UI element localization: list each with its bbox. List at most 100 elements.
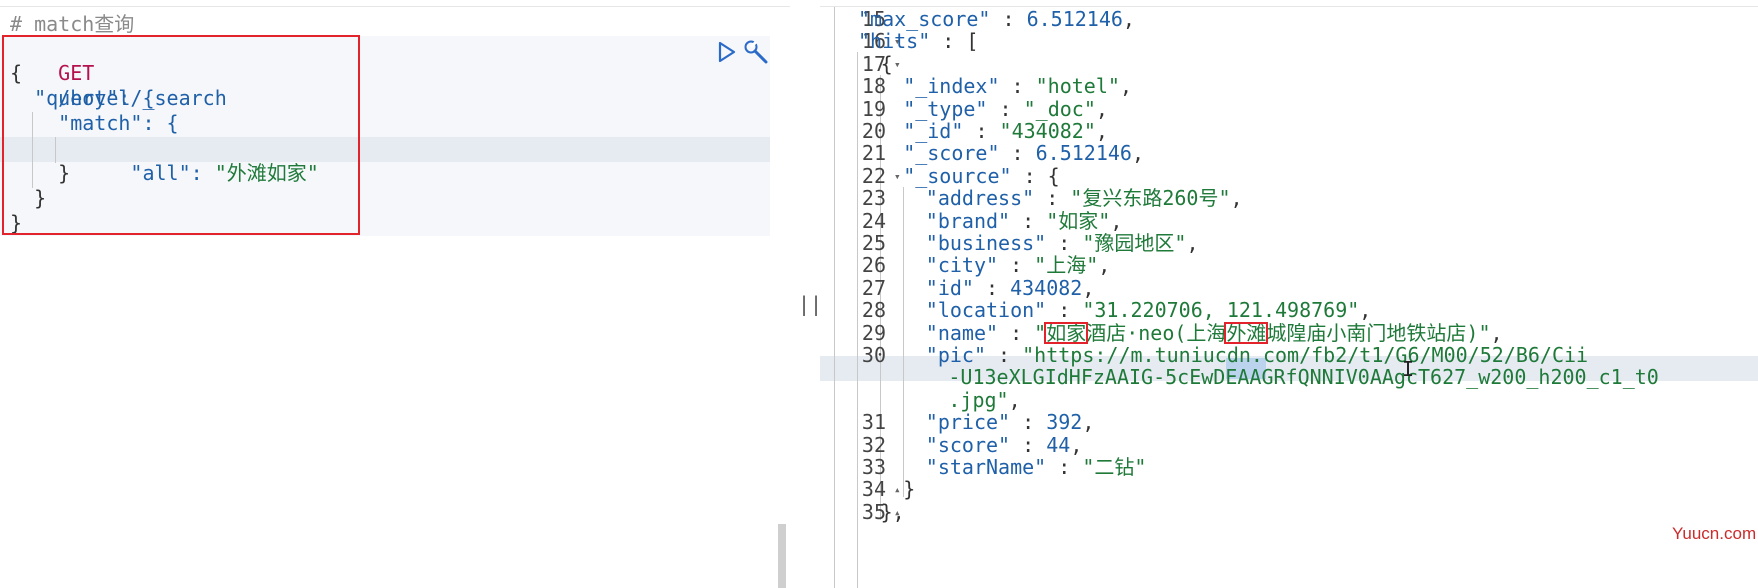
json-token: : <box>1010 410 1047 435</box>
request-editor-pane[interactable]: # match查询 GET /hotel/_search { "query": … <box>0 0 790 588</box>
json-token: : <box>1010 208 1047 233</box>
request-comment: # match查询 <box>10 12 135 36</box>
json-token: -U13eXLGIdHFzAAIG-5cEwDEAAGRfQNNIV0AAgcT… <box>948 365 1659 390</box>
json-token: "starName" <box>925 455 1047 479</box>
text-cursor-icon: I <box>1402 357 1415 381</box>
json-line: "business" : "豫园地区", <box>926 231 1199 256</box>
json-token: "_index" <box>903 74 1000 99</box>
splitter-handle-icon[interactable]: || <box>798 292 822 317</box>
json-token: 392 <box>1046 410 1083 435</box>
json-token: "_doc" <box>1023 96 1096 121</box>
json-token: , <box>1008 387 1021 412</box>
line-number: 23 <box>861 186 886 211</box>
json-token: "二钻" <box>1082 455 1147 479</box>
json-token: : [ <box>930 29 979 54</box>
json-token: , <box>1230 186 1243 211</box>
json-line: .jpg", <box>948 388 1020 413</box>
json-line: "name" : "如家酒店·neo(上海外滩城隍庙小南门地铁站店)", <box>926 321 1503 346</box>
json-token: : <box>1046 298 1083 323</box>
json-token: "https://m.tuniucdn.com/fb2/t1/G6/M00/52… <box>1022 343 1589 367</box>
json-token: , <box>1070 432 1083 457</box>
json-token: , <box>1098 253 1111 278</box>
json-line: -U13eXLGIdHFzAAIG-5cEwDEAAGRfQNNIV0AAgcT… <box>948 365 1658 390</box>
json-token: 6.512146 <box>1035 141 1132 166</box>
line-number: 27 <box>861 275 886 300</box>
json-token: , <box>1186 231 1199 255</box>
json-token: "id" <box>925 275 974 300</box>
json-line: { <box>881 52 893 77</box>
json-token: : <box>1046 231 1083 255</box>
json-token: "_type" <box>903 96 988 121</box>
json-token: , <box>1490 320 1503 345</box>
fold-collapse-icon[interactable]: ▾ <box>894 52 901 77</box>
line-number: 29 <box>861 320 886 345</box>
json-line: "city" : "上海", <box>926 253 1111 278</box>
json-token: , <box>1119 74 1132 99</box>
json-token: , <box>1082 410 1095 435</box>
json-token: : <box>998 253 1035 278</box>
json-token: : <box>990 7 1027 31</box>
json-token: : <box>1034 186 1071 211</box>
wrench-icon[interactable] <box>742 38 770 66</box>
json-token: : { <box>1011 163 1060 188</box>
line-number: 34 <box>861 477 886 502</box>
json-token: "pic" <box>925 343 987 367</box>
json-token: , <box>1122 7 1135 31</box>
scrollbar-thumb[interactable] <box>778 524 786 588</box>
json-token: "hotel" <box>1035 74 1120 99</box>
json-token: 城隍庙小南门地铁站店)" <box>1266 320 1491 345</box>
json-token: : <box>1046 455 1083 479</box>
line-number: 17 <box>861 51 886 76</box>
json-token: "brand" <box>925 208 1011 233</box>
indent-guide <box>903 187 904 497</box>
json-token: "name" <box>925 320 999 345</box>
json-line: "price" : 392, <box>926 410 1095 435</box>
json-line: "max_score" : 6.512146, <box>858 7 1135 32</box>
json-line: "pic" : "https://m.tuniucdn.com/fb2/t1/G… <box>926 343 1588 368</box>
json-token: 6.512146 <box>1026 7 1123 31</box>
json-token: : <box>986 343 1023 367</box>
top-divider <box>0 6 790 7</box>
json-line: "_score" : 6.512146, <box>903 141 1144 166</box>
json-token: "上海" <box>1034 253 1099 278</box>
json-token: "max_score" <box>858 7 991 31</box>
json-token: , <box>1110 208 1123 233</box>
match-highlight-box <box>1224 321 1269 344</box>
json-token: }, <box>880 499 905 524</box>
json-token: 酒店·neo(上海 <box>1086 320 1227 345</box>
line-number: 25 <box>861 231 886 255</box>
json-token: } <box>903 477 916 502</box>
json-line: "score" : 44, <box>926 433 1083 458</box>
json-line: } <box>903 477 915 502</box>
json-line: "address" : "复兴东路260号", <box>926 186 1243 211</box>
json-line: "_index" : "hotel", <box>903 74 1132 99</box>
line-number: 28 <box>861 298 886 323</box>
json-token: "豫园地区" <box>1082 231 1187 255</box>
play-icon[interactable] <box>716 40 738 64</box>
json-token: : <box>987 96 1024 121</box>
json-token: "business" <box>925 231 1047 255</box>
json-token: : <box>998 320 1035 345</box>
json-line: "location" : "31.220706, 121.498769", <box>926 298 1372 323</box>
line-number: 18 <box>861 74 886 99</box>
json-token: : <box>999 141 1036 166</box>
json-token: , <box>1095 119 1108 143</box>
json-token: "hits" <box>858 29 931 54</box>
json-token: "_score" <box>903 141 1000 166</box>
json-token: : <box>973 275 1011 300</box>
json-token: "score" <box>925 432 1011 457</box>
fold-collapse-icon[interactable]: ▾ <box>894 164 901 189</box>
fold-expand-icon[interactable]: ▴ <box>894 477 901 502</box>
json-token: .jpg" <box>948 387 1009 412</box>
json-line: "_id" : "434082", <box>903 119 1108 144</box>
json-token: "city" <box>925 253 999 278</box>
json-token: , <box>1359 298 1372 323</box>
watermark: Yuucn.com <box>1672 524 1757 543</box>
json-token: 434082 <box>1010 275 1083 300</box>
json-token: : <box>1010 432 1047 457</box>
json-token: "_id" <box>903 119 964 143</box>
json-token: { <box>880 51 893 76</box>
line-number <box>820 365 886 390</box>
json-token: "location" <box>925 298 1047 323</box>
json-token: "address" <box>925 186 1035 211</box>
